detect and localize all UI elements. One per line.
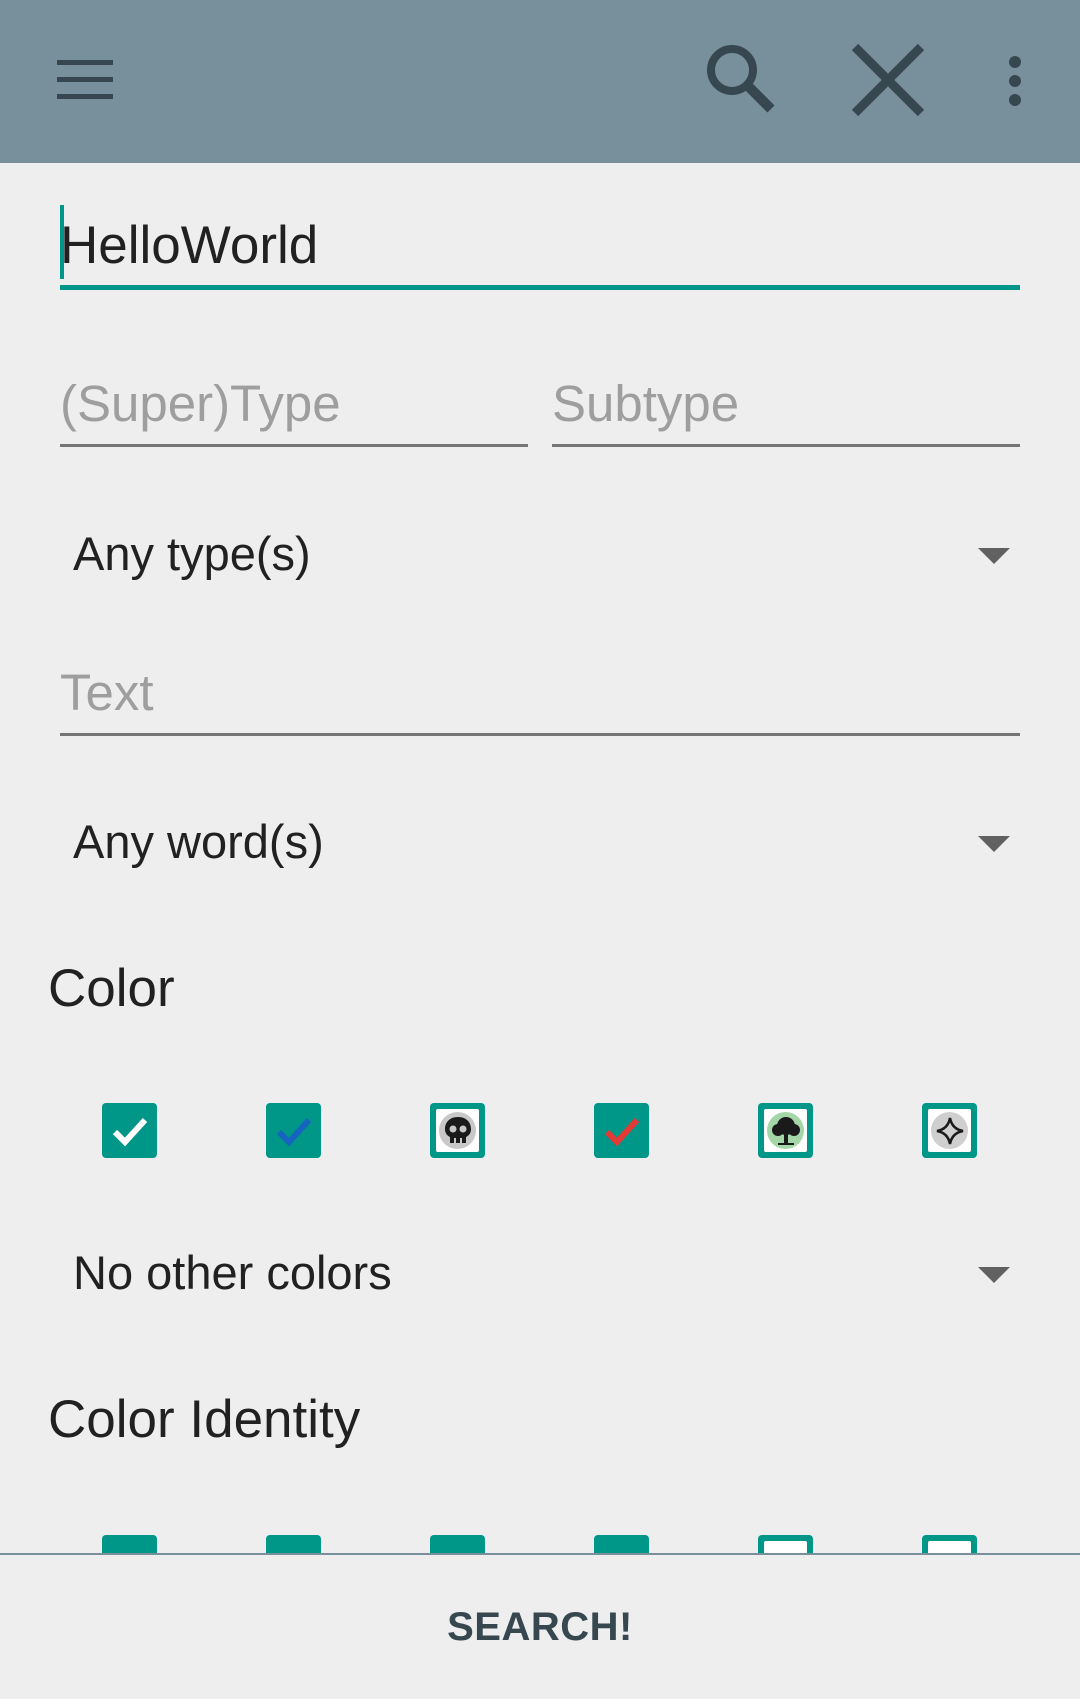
supertype-field[interactable]: (Super)Type [60, 373, 528, 447]
blue-color-checkbox[interactable] [266, 1103, 321, 1158]
supertype-placeholder: (Super)Type [60, 375, 341, 432]
type-mode-dropdown[interactable]: Any type(s) [60, 518, 1020, 598]
red-color-checkbox[interactable] [594, 1103, 649, 1158]
subtype-placeholder: Subtype [552, 375, 740, 432]
color-mode-dropdown[interactable]: No other colors [60, 1237, 1020, 1317]
color-identity-title: Color Identity [48, 1390, 361, 1449]
colorless-identity-checkbox[interactable] [922, 1535, 977, 1553]
text-mode-dropdown[interactable]: Any word(s) [60, 806, 1020, 886]
white-identity-checkbox[interactable] [102, 1535, 157, 1553]
text-placeholder: Text [60, 664, 154, 721]
skull-mana-icon [439, 1112, 476, 1149]
green-color-checkbox[interactable] [758, 1103, 813, 1158]
text-mode-label: Any word(s) [73, 815, 324, 868]
search-icon[interactable] [700, 38, 780, 118]
overflow-menu-icon[interactable] [990, 50, 1040, 112]
color-identity-checkbox-row [0, 1535, 1080, 1553]
color-title: Color [48, 959, 175, 1018]
colorless-mana-icon [931, 1112, 968, 1149]
text-field[interactable]: Text [60, 662, 1020, 736]
white-color-checkbox[interactable] [102, 1103, 157, 1158]
check-icon [112, 1117, 147, 1146]
name-field-value: HelloWorld [60, 216, 319, 275]
check-icon [604, 1117, 639, 1146]
green-identity-checkbox[interactable] [758, 1535, 813, 1553]
app-bar [0, 0, 1080, 163]
type-mode-label: Any type(s) [73, 527, 311, 580]
text-underline [60, 733, 1020, 736]
black-identity-checkbox[interactable] [430, 1535, 485, 1553]
name-field-underline [60, 285, 1020, 290]
supertype-underline [60, 444, 528, 447]
red-identity-checkbox[interactable] [594, 1535, 649, 1553]
black-color-checkbox[interactable] [430, 1103, 485, 1158]
dropdown-arrow-icon [978, 548, 1010, 564]
name-field[interactable]: HelloWorld [60, 205, 1020, 290]
close-icon[interactable] [848, 40, 928, 120]
subtype-field[interactable]: Subtype [552, 373, 1020, 447]
subtype-underline [552, 444, 1020, 447]
check-icon [276, 1117, 311, 1146]
search-button[interactable]: SEARCH! [0, 1555, 1080, 1699]
colorless-color-checkbox[interactable] [922, 1103, 977, 1158]
dropdown-arrow-icon [978, 836, 1010, 852]
tree-mana-icon [767, 1112, 804, 1149]
dropdown-arrow-icon [978, 1267, 1010, 1283]
blue-identity-checkbox[interactable] [266, 1535, 321, 1553]
color-mode-label: No other colors [73, 1246, 392, 1299]
menu-icon[interactable] [40, 45, 130, 115]
bottom-bar: SEARCH! [0, 1553, 1080, 1699]
